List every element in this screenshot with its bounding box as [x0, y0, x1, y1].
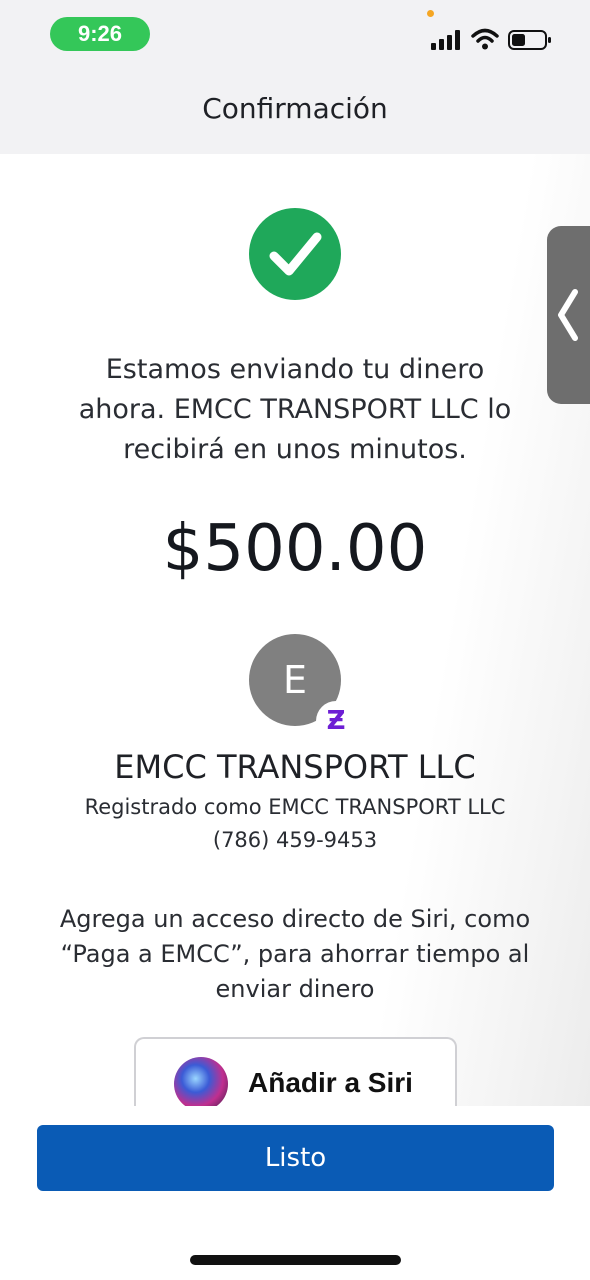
- top-bar: 9:26 Confirmación: [0, 0, 590, 154]
- siri-icon: [174, 1057, 228, 1111]
- battery-icon: [508, 30, 551, 50]
- checkmark-icon: [269, 232, 322, 276]
- chevron-left-icon: [558, 289, 578, 341]
- add-to-siri-label: Añadir a Siri: [248, 1067, 413, 1098]
- recipient-registered-as: Registrado como EMCC TRANSPORT LLC: [84, 795, 506, 819]
- done-button[interactable]: Listo: [37, 1125, 554, 1191]
- add-to-siri-button[interactable]: Añadir a Siri: [134, 1037, 457, 1117]
- status-time[interactable]: 9:26: [50, 17, 150, 51]
- privacy-indicator-dot: [427, 10, 434, 17]
- side-panel-tab[interactable]: [547, 226, 590, 404]
- zelle-icon: Ƶ: [316, 701, 356, 741]
- recipient-name: EMCC TRANSPORT LLC: [114, 748, 476, 786]
- confirmation-message: Estamos enviando tu dinero ahora. EMCC T…: [78, 354, 512, 465]
- sent-amount: $500.00: [162, 512, 428, 586]
- page-title: Confirmación: [202, 92, 388, 125]
- wifi-icon: [471, 28, 499, 50]
- checkmark-circle-icon: [249, 208, 341, 300]
- recipient-phone: (786) 459-9453: [212, 828, 378, 852]
- cellular-signal-icon: [431, 30, 460, 50]
- siri-shortcut-prompt: Agrega un acceso directo de Siri, como “…: [59, 905, 531, 1003]
- home-indicator[interactable]: [190, 1255, 401, 1265]
